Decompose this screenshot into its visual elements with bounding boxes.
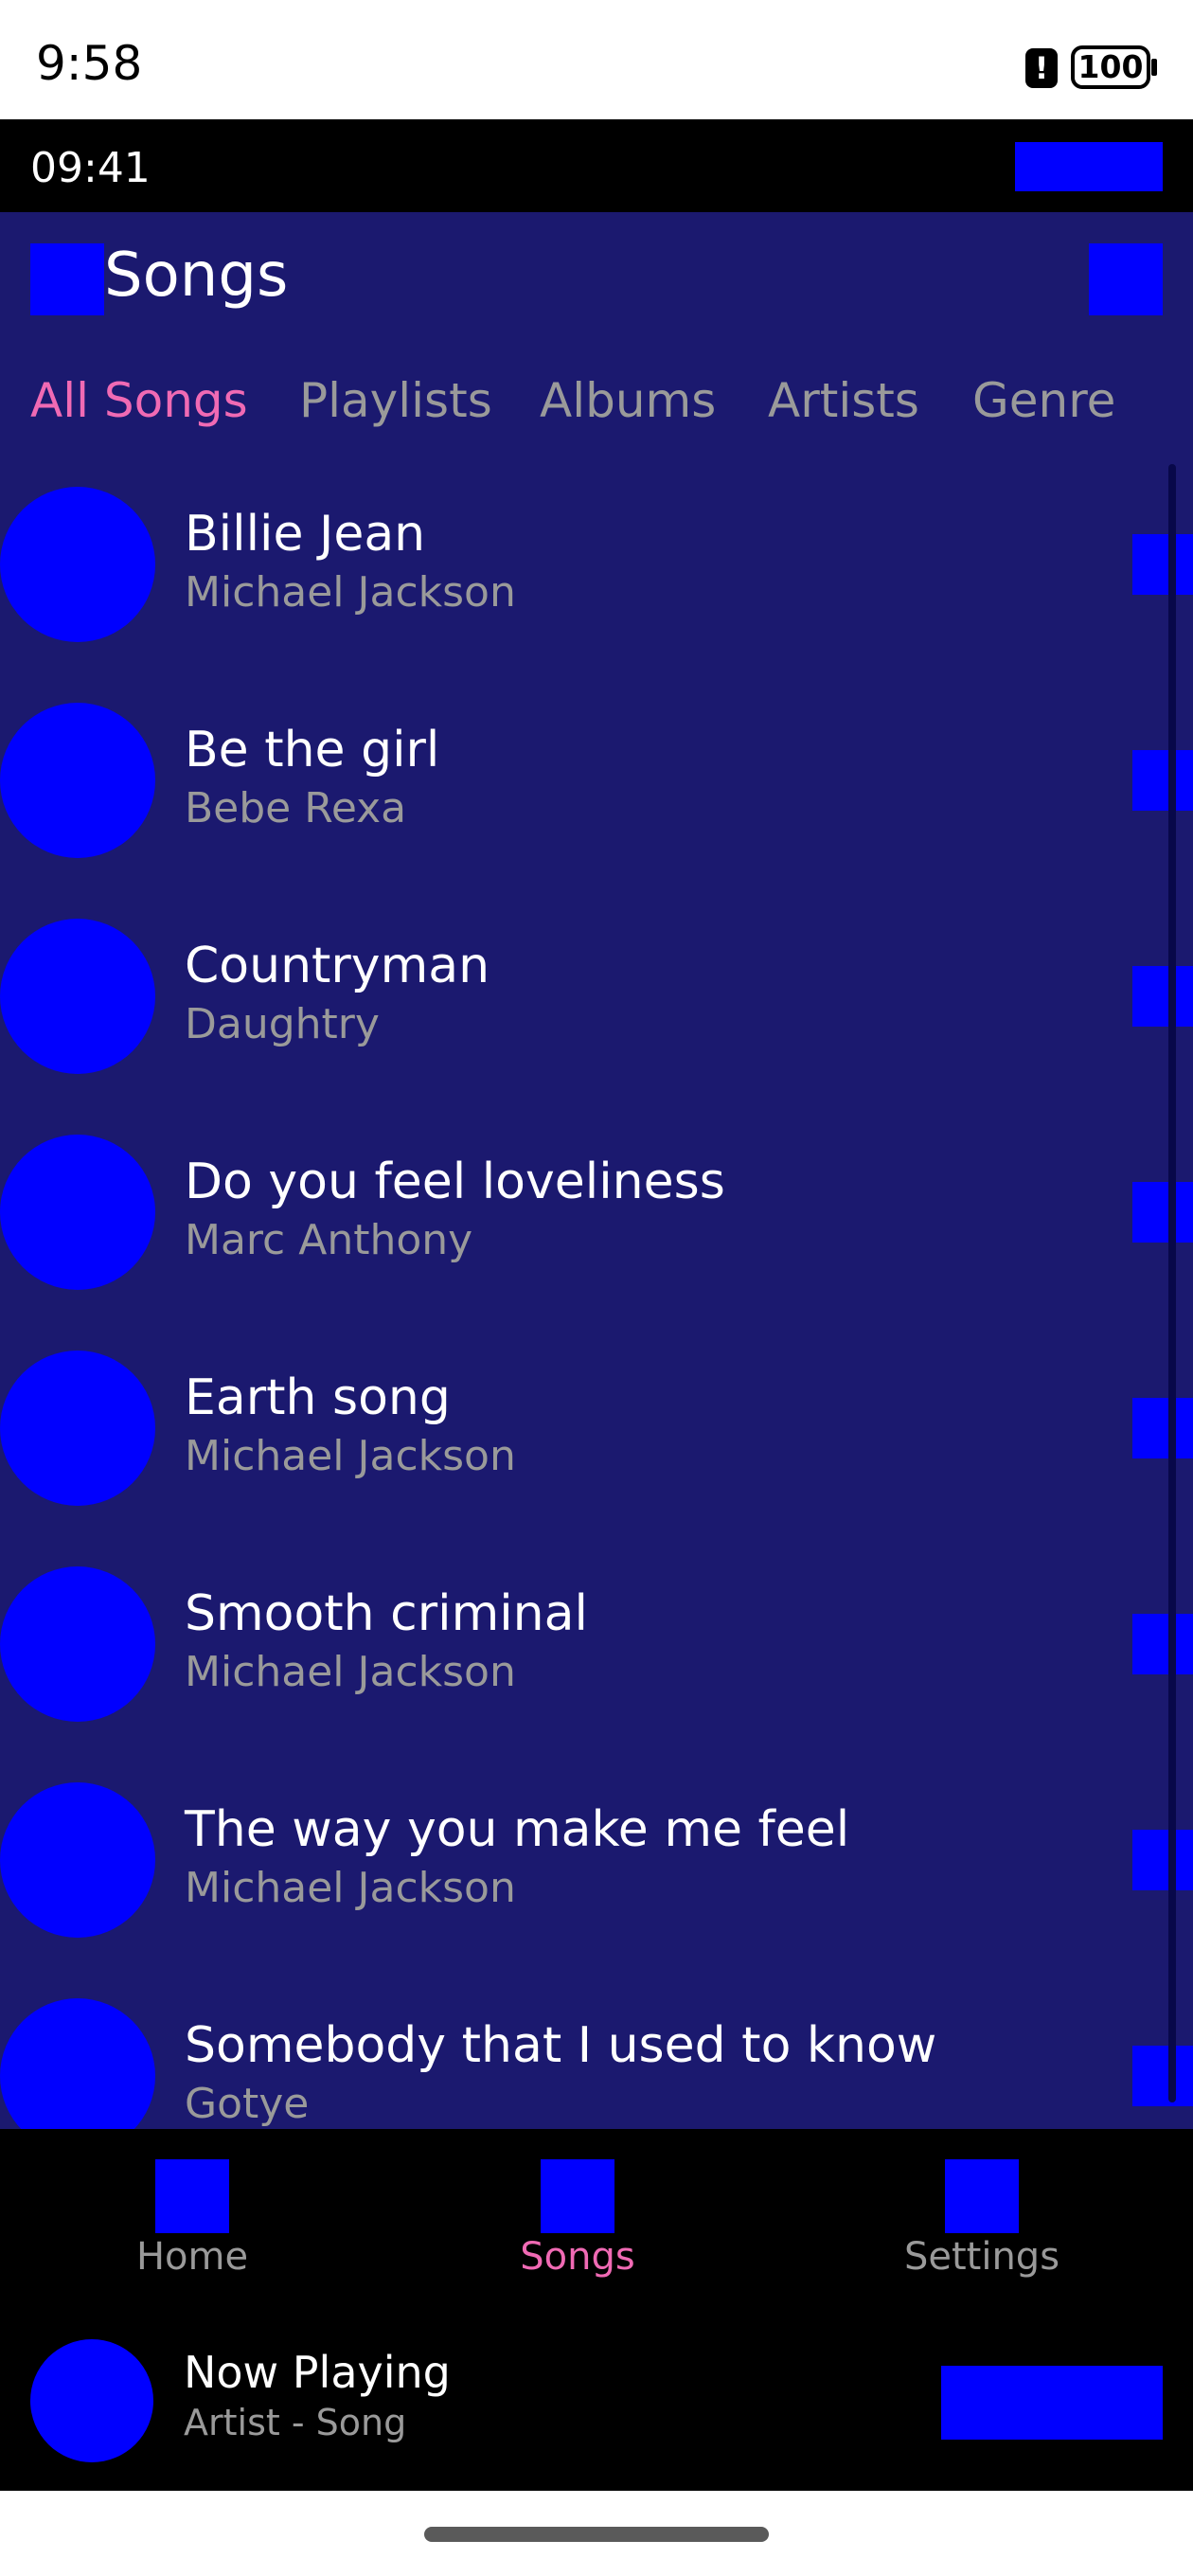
category-tabs: All Songs Playlists Albums Artists Genre	[0, 373, 1193, 449]
search-icon[interactable]	[1089, 243, 1163, 315]
nav-songs-label: Songs	[520, 2235, 635, 2279]
system-status-bar: 9:58 ! 100	[0, 0, 1193, 119]
song-artist: Michael Jackson	[185, 1432, 516, 1480]
album-art	[0, 1782, 155, 1938]
app-clock: 09:41	[30, 144, 151, 192]
now-playing-bar[interactable]: Now Playing Artist - Song	[0, 2305, 1193, 2491]
song-list-item[interactable]: The way you make me feel Michael Jackson	[0, 1782, 1193, 1998]
song-artist: Bebe Rexa	[185, 784, 407, 832]
nav-settings-label: Settings	[903, 2235, 1060, 2279]
song-list-item[interactable]: Billie Jean Michael Jackson	[0, 487, 1193, 703]
system-clock: 9:58	[36, 36, 143, 91]
song-artist: Gotye	[185, 2080, 310, 2128]
song-list-item[interactable]: Countryman Daughtry	[0, 919, 1193, 1135]
more-options-icon[interactable]	[1132, 750, 1193, 811]
music-note-icon	[541, 2159, 614, 2233]
battery-icon: 100	[1071, 45, 1150, 89]
tab-genre[interactable]: Genre	[972, 373, 1115, 428]
more-options-icon[interactable]	[1132, 2046, 1193, 2106]
song-artist: Michael Jackson	[185, 568, 516, 617]
playback-controls[interactable]	[941, 2366, 1163, 2440]
nav-home-label: Home	[135, 2235, 249, 2279]
tab-all-songs[interactable]: All Songs	[30, 373, 248, 428]
gesture-area	[0, 2491, 1193, 2576]
screen: 9:58 ! 100 09:41 Songs All Songs Playlis…	[0, 0, 1193, 2576]
home-indicator[interactable]	[424, 2527, 769, 2542]
alert-icon: !	[1025, 48, 1058, 88]
songs-screen: Songs All Songs Playlists Albums Artists…	[0, 212, 1193, 2129]
gear-icon	[945, 2159, 1019, 2233]
tab-artists[interactable]: Artists	[768, 373, 919, 428]
more-options-icon[interactable]	[1132, 966, 1193, 1027]
more-options-icon[interactable]	[1132, 1398, 1193, 1458]
page-title: Songs	[104, 241, 289, 311]
status-indicator-placeholder	[1015, 142, 1163, 191]
song-title: Do you feel loveliness	[185, 1154, 725, 1210]
song-title: Somebody that I used to know	[185, 2017, 937, 2074]
tab-playlists[interactable]: Playlists	[299, 373, 492, 428]
song-list-item[interactable]: Somebody that I used to know Gotye	[0, 1998, 1193, 2129]
song-title: The way you make me feel	[185, 1801, 850, 1858]
now-playing-title: Now Playing	[184, 2347, 451, 2398]
album-art	[0, 1135, 155, 1290]
song-list: Billie Jean Michael Jackson Be the girl …	[0, 487, 1193, 2129]
more-options-icon[interactable]	[1132, 1830, 1193, 1890]
more-options-icon[interactable]	[1132, 1614, 1193, 1674]
song-artist: Michael Jackson	[185, 1648, 516, 1696]
song-title: Smooth criminal	[185, 1585, 588, 1642]
nav-songs[interactable]: Songs	[454, 2129, 701, 2305]
album-art	[0, 1998, 155, 2129]
bottom-navigation: Home Songs Settings	[0, 2129, 1193, 2305]
song-artist: Michael Jackson	[185, 1864, 516, 1912]
menu-icon[interactable]	[30, 243, 104, 315]
song-title: Countryman	[185, 938, 490, 994]
now-playing-subtitle: Artist - Song	[184, 2402, 407, 2443]
more-options-icon[interactable]	[1132, 1182, 1193, 1243]
album-art	[0, 487, 155, 642]
song-list-item[interactable]: Do you feel loveliness Marc Anthony	[0, 1135, 1193, 1351]
nav-home[interactable]: Home	[69, 2129, 315, 2305]
album-art	[0, 703, 155, 858]
battery-tip	[1151, 59, 1157, 76]
song-artist: Marc Anthony	[185, 1216, 473, 1264]
nav-settings[interactable]: Settings	[859, 2129, 1105, 2305]
song-list-item[interactable]: Smooth criminal Michael Jackson	[0, 1566, 1193, 1782]
scrollbar[interactable]	[1168, 464, 1176, 2102]
album-art	[0, 1566, 155, 1722]
song-list-item[interactable]: Be the girl Bebe Rexa	[0, 703, 1193, 919]
song-title: Earth song	[185, 1369, 451, 1426]
home-icon	[155, 2159, 229, 2233]
song-title: Be the girl	[185, 722, 440, 778]
now-playing-art	[30, 2339, 153, 2462]
more-options-icon[interactable]	[1132, 534, 1193, 595]
tab-albums[interactable]: Albums	[540, 373, 716, 428]
album-art	[0, 919, 155, 1074]
album-art	[0, 1351, 155, 1506]
song-list-item[interactable]: Earth song Michael Jackson	[0, 1351, 1193, 1566]
app-status-bar: 09:41	[0, 119, 1193, 212]
song-artist: Daughtry	[185, 1000, 380, 1048]
song-title: Billie Jean	[185, 506, 426, 563]
